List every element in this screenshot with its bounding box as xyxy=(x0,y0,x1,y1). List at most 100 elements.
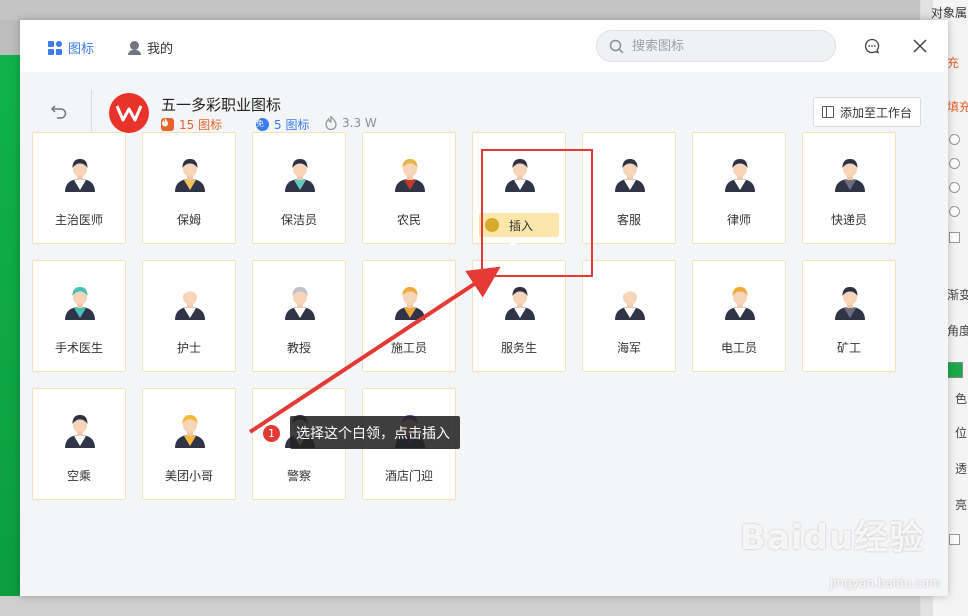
avatar-icon xyxy=(505,159,535,192)
fill-radio-4[interactable] xyxy=(949,206,960,217)
search-input[interactable] xyxy=(632,38,812,54)
panel-checkbox-bottom[interactable] xyxy=(949,534,960,545)
gradient-label: 渐变 xyxy=(947,288,968,302)
search-box[interactable] xyxy=(596,30,836,62)
icon-card-label: 服务生 xyxy=(500,341,537,355)
brightness-label: 亮 xyxy=(955,498,968,512)
avatar-icon xyxy=(725,159,755,192)
color-label: 色 xyxy=(955,392,968,406)
wps-logo xyxy=(109,93,149,133)
icon-card-label: 主治医师 xyxy=(54,213,103,227)
icon-card-label: 律师 xyxy=(726,213,751,227)
close-icon xyxy=(913,39,927,53)
avatar-icon xyxy=(65,159,95,192)
icon-card[interactable]: 快递员 xyxy=(802,132,896,244)
icon-card[interactable]: 护士 xyxy=(142,260,236,372)
icon-card[interactable]: 客服 xyxy=(582,132,676,244)
user-icon xyxy=(128,41,141,55)
add-to-workbench-button[interactable]: 添加至工作台 xyxy=(813,97,921,127)
avatar-icon xyxy=(65,287,95,320)
tab-icons[interactable]: 图标 xyxy=(48,38,94,57)
position-label: 位 xyxy=(955,426,968,440)
fill-checkbox[interactable] xyxy=(949,232,960,243)
icon-card[interactable]: 空乘 xyxy=(32,388,126,500)
fill-radio-2[interactable] xyxy=(949,158,960,169)
pack-icon-count: 15 图标 xyxy=(161,116,222,133)
icon-card-label: 教授 xyxy=(286,341,311,355)
header-divider xyxy=(91,90,92,132)
avatar-icon xyxy=(725,287,755,320)
icon-card[interactable]: 律师 xyxy=(692,132,786,244)
tab-mine-label: 我的 xyxy=(147,42,174,57)
panel-tab-fill[interactable]: 充 xyxy=(947,54,959,71)
icon-card-label: 警察 xyxy=(286,469,311,483)
pack-title: 五一多彩职业图标 xyxy=(161,96,282,114)
icon-card[interactable]: 农民 xyxy=(362,132,456,244)
icon-card-label: 农民 xyxy=(396,213,421,227)
icon-card-label: 护士 xyxy=(176,341,201,355)
step-number-badge: 1 xyxy=(262,424,281,443)
icon-card-label: 空乘 xyxy=(66,469,91,483)
icon-card[interactable]: 矿工 xyxy=(802,260,896,372)
icon-card-hovered[interactable]: 插入 xyxy=(472,132,566,246)
icon-card[interactable]: 保洁员 xyxy=(252,132,346,244)
panel-title: 对象属 xyxy=(931,6,968,20)
avatar-icon xyxy=(65,415,95,448)
undo-arrow-icon xyxy=(50,105,67,119)
icon-card-label: 快递员 xyxy=(830,213,867,227)
icon-card[interactable]: 教授 xyxy=(252,260,346,372)
tab-mine[interactable]: 我的 xyxy=(128,38,173,57)
tab-icons-label: 图标 xyxy=(68,42,95,57)
close-button[interactable] xyxy=(910,36,930,56)
feedback-button[interactable] xyxy=(862,36,882,56)
avatar-icon xyxy=(175,415,205,448)
icon-card[interactable]: 海军 xyxy=(582,260,676,372)
icon-card[interactable]: 服务生 xyxy=(472,260,566,372)
icon-card[interactable]: 施工员 xyxy=(362,260,456,372)
avatar-icon xyxy=(615,159,645,192)
grid-icon xyxy=(48,40,62,55)
icon-card-label: 施工员 xyxy=(390,341,427,355)
gradient-stop-swatch[interactable] xyxy=(947,362,963,378)
pack-free-count: 免 5 图标 xyxy=(256,118,310,132)
pack-popularity: 3.3 W xyxy=(325,116,377,130)
avatar-icon xyxy=(395,287,425,320)
insert-label: 插入 xyxy=(509,218,534,233)
icon-card-label: 电工员 xyxy=(720,341,757,355)
icon-card-label: 手术医生 xyxy=(54,341,103,355)
icon-card[interactable]: 电工员 xyxy=(692,260,786,372)
fill-radio-3[interactable] xyxy=(949,182,960,193)
icon-card-label: 美团小哥 xyxy=(164,469,213,483)
back-button[interactable] xyxy=(50,102,70,122)
icon-card[interactable]: 保姆 xyxy=(142,132,236,244)
avatar-icon xyxy=(175,159,205,192)
insert-icon xyxy=(485,218,516,246)
avatar-icon xyxy=(615,287,645,320)
icon-card-label: 酒店门迎 xyxy=(384,469,433,483)
fill-radio-1[interactable] xyxy=(949,134,960,145)
fill-section-label: 填充 xyxy=(947,100,968,114)
watermark-url: jingyan.baidu.com xyxy=(830,576,941,590)
icon-card-label: 保姆 xyxy=(176,213,201,227)
icon-card[interactable]: 主治医师 xyxy=(32,132,126,244)
free-badge-icon: 免 xyxy=(256,118,269,131)
icon-card-label: 客服 xyxy=(616,213,641,227)
annotation-tooltip: 选择这个白领，点击插入 xyxy=(290,416,460,449)
avatar-icon xyxy=(285,159,315,192)
icon-card[interactable]: 手术医生 xyxy=(32,260,126,372)
angle-label: 角度 xyxy=(947,324,968,338)
dialog-header: 图标 我的 xyxy=(20,20,948,72)
avatar-icon xyxy=(835,159,865,192)
avatar-icon xyxy=(835,287,865,320)
wps-w-icon xyxy=(116,105,142,122)
search-icon xyxy=(609,39,624,54)
icon-card[interactable]: 美团小哥 xyxy=(142,388,236,500)
avatar-icon xyxy=(395,159,425,192)
background-status-bar xyxy=(0,596,968,616)
icon-card-label: 矿工 xyxy=(836,341,861,355)
avatar-icon xyxy=(175,287,205,320)
chat-bubble-icon xyxy=(864,38,880,54)
avatar-icon xyxy=(505,287,535,320)
watermark-text: Baidu经验 xyxy=(740,518,925,558)
insert-button[interactable]: 插入 xyxy=(479,213,559,246)
